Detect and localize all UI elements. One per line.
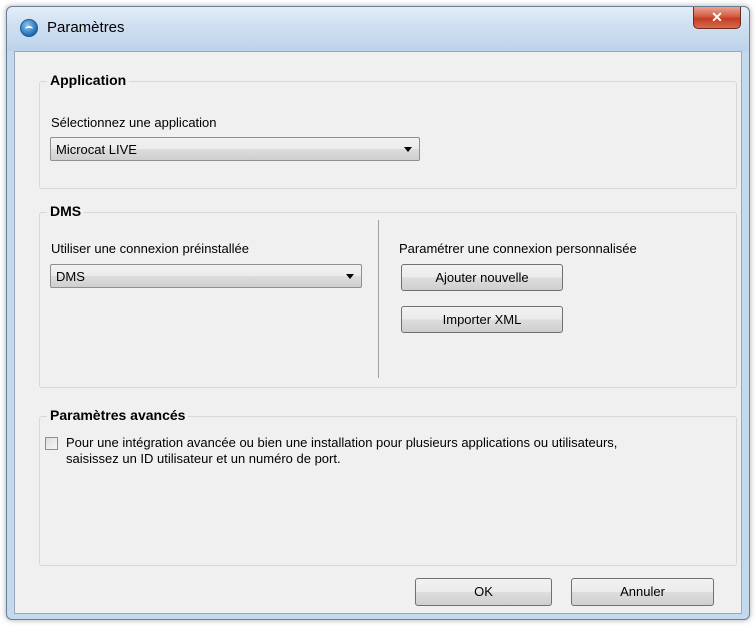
dialog-client-area: Application Sélectionnez une application… [14, 51, 742, 614]
advanced-settings-title: Paramètres avancés [47, 407, 189, 423]
chevron-down-icon [404, 147, 412, 152]
advanced-description-line-1: Pour une intégration avancée ou bien une… [66, 435, 618, 450]
chevron-down-icon [346, 274, 354, 279]
preinstalled-connection-value: DMS [56, 269, 85, 284]
preinstalled-connection-select[interactable]: DMS [50, 264, 362, 288]
preinstalled-connection-label: Utiliser une connexion préinstallée [51, 241, 250, 256]
close-button[interactable]: ✕ [693, 7, 741, 29]
select-application-label: Sélectionnez une application [51, 115, 217, 130]
dms-vertical-divider [378, 220, 379, 378]
cancel-button[interactable]: Annuler [571, 578, 714, 606]
add-new-button[interactable]: Ajouter nouvelle [401, 264, 563, 291]
application-select-value: Microcat LIVE [56, 142, 137, 157]
custom-connection-label: Paramétrer une connexion personnalisée [399, 241, 637, 256]
advanced-settings-description: Pour une intégration avancée ou bien une… [66, 435, 736, 467]
title-bar[interactable]: Paramètres ✕ [7, 7, 749, 51]
dms-group-title: DMS [47, 203, 85, 219]
advanced-settings-checkbox[interactable] [45, 437, 58, 450]
window-title: Paramètres [47, 19, 125, 36]
globe-icon [20, 19, 38, 37]
application-select[interactable]: Microcat LIVE [50, 137, 420, 161]
import-xml-button[interactable]: Importer XML [401, 306, 563, 333]
application-group [39, 81, 737, 189]
ok-button[interactable]: OK [415, 578, 552, 606]
dms-group [39, 212, 737, 388]
application-group-title: Application [47, 72, 130, 88]
settings-window: Paramètres ✕ Application Sélectionnez un… [6, 6, 750, 620]
advanced-description-line-2: saisissez un ID utilisateur et un numéro… [66, 451, 341, 466]
